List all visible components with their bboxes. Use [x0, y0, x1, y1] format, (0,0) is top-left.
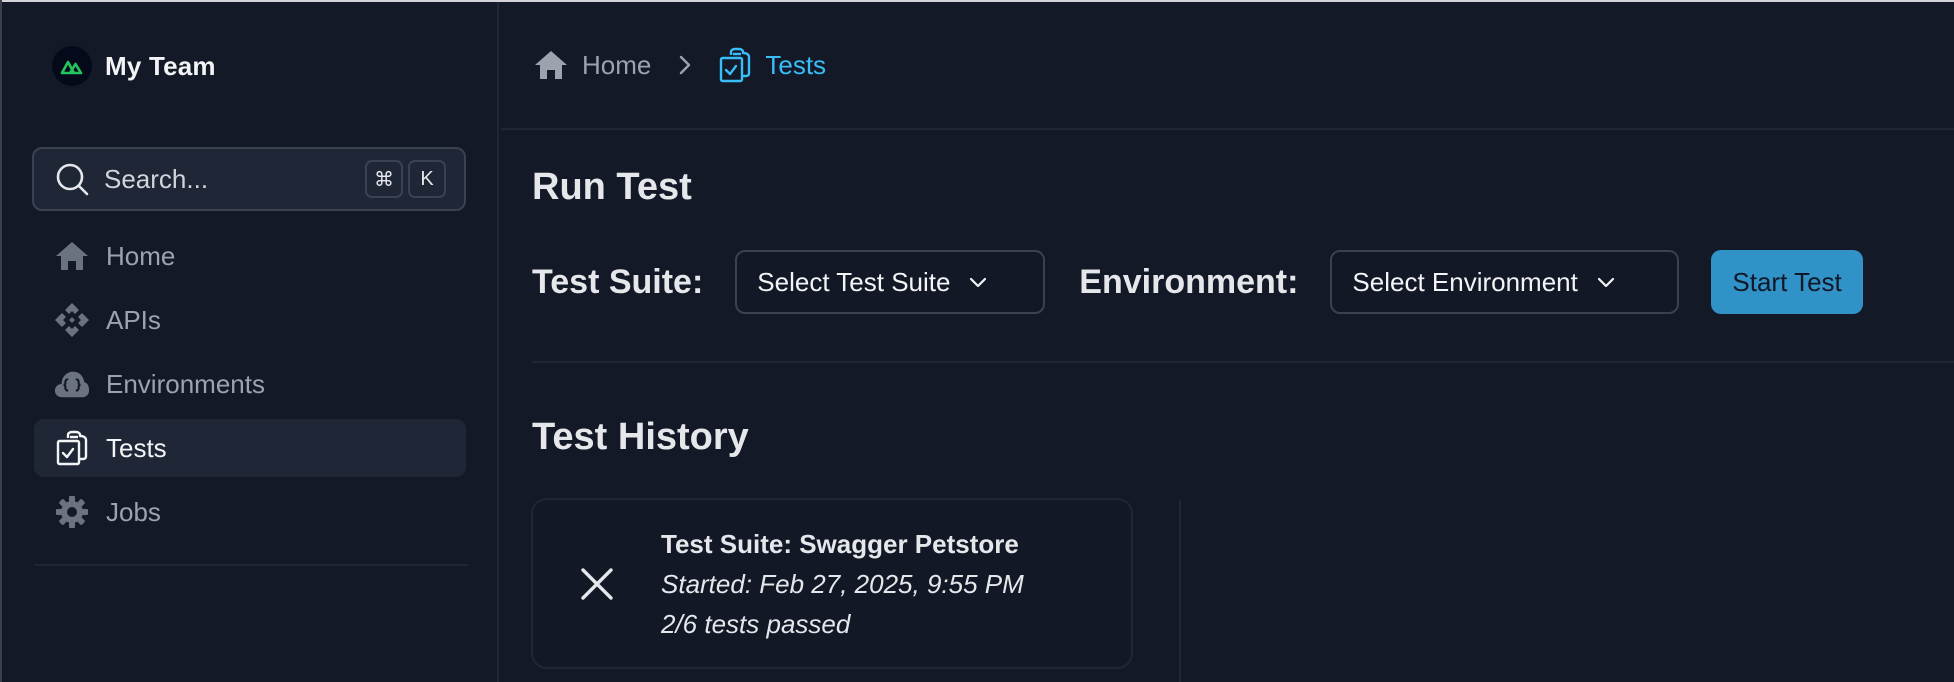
- test-suite-select-value: Select Test Suite: [757, 266, 951, 297]
- search-icon: [56, 163, 89, 196]
- home-icon: [534, 50, 568, 80]
- search-placeholder: Search...: [104, 163, 209, 194]
- apis-icon: [54, 302, 90, 338]
- panel-divider: [1179, 500, 1181, 682]
- team-logo-icon: [52, 46, 92, 86]
- sidebar-divider: [34, 564, 468, 566]
- chevron-down-icon: [970, 277, 987, 288]
- clipboard-check-icon: [54, 430, 90, 466]
- sidebar-item-label: APIs: [106, 304, 161, 335]
- chevron-right-icon: [680, 55, 691, 75]
- section-divider: [532, 361, 1954, 363]
- sidebar-item-tests[interactable]: Tests: [34, 419, 466, 477]
- run-test-heading: Run Test: [532, 166, 692, 208]
- team-switcher[interactable]: My Team: [52, 46, 216, 86]
- test-suite-select[interactable]: Select Test Suite: [735, 250, 1046, 314]
- sidebar-item-apis[interactable]: APIs: [34, 291, 466, 349]
- run-test-form: Test Suite: Select Test Suite Environmen…: [532, 250, 1863, 314]
- sidebar-item-label: Environments: [106, 368, 265, 399]
- environment-label: Environment:: [1079, 262, 1299, 301]
- breadcrumb-current: Tests: [765, 49, 827, 80]
- search-input[interactable]: Search... ⌘ K: [32, 147, 466, 211]
- test-started-time: Started: Feb 27, 2025, 9:55 PM: [661, 568, 1024, 599]
- shortcut-key-cmd: ⌘: [365, 160, 403, 198]
- sidebar-item-environments[interactable]: Environments: [34, 355, 466, 413]
- sidebar-item-jobs[interactable]: Jobs: [34, 483, 466, 541]
- breadcrumb-home-link[interactable]: Home: [582, 50, 651, 81]
- test-history-heading: Test History: [532, 416, 749, 458]
- test-suite-name: Test Suite: Swagger Petstore: [661, 528, 1019, 559]
- shortcut-key-k: K: [408, 160, 446, 198]
- home-icon: [54, 238, 90, 274]
- sidebar-item-label: Tests: [106, 432, 167, 463]
- sidebar: My Team Search... ⌘ K Home APIs Environm…: [2, 2, 499, 682]
- environment-select-value: Select Environment: [1352, 266, 1578, 297]
- test-history-item[interactable]: Test Suite: Swagger Petstore Started: Fe…: [531, 498, 1133, 669]
- gear-icon: [54, 494, 90, 530]
- clipboard-check-icon: [719, 47, 751, 83]
- sidebar-item-home[interactable]: Home: [34, 227, 466, 285]
- team-name: My Team: [105, 50, 216, 81]
- chevron-down-icon: [1597, 277, 1614, 288]
- test-result-summary: 2/6 tests passed: [661, 608, 851, 639]
- sidebar-item-label: Jobs: [106, 496, 161, 527]
- start-test-button[interactable]: Start Test: [1711, 250, 1863, 314]
- breadcrumb: Home Tests: [534, 44, 826, 86]
- cloud-code-icon: [54, 366, 90, 402]
- header-divider: [501, 128, 1954, 130]
- sidebar-item-label: Home: [106, 240, 176, 271]
- x-icon: [581, 567, 613, 600]
- environment-select[interactable]: Select Environment: [1330, 250, 1680, 314]
- test-suite-label: Test Suite:: [532, 262, 704, 301]
- test-history-details: Test Suite: Swagger Petstore Started: Fe…: [661, 524, 1024, 644]
- sidebar-nav: Home APIs Environments Tests Jobs: [34, 227, 466, 547]
